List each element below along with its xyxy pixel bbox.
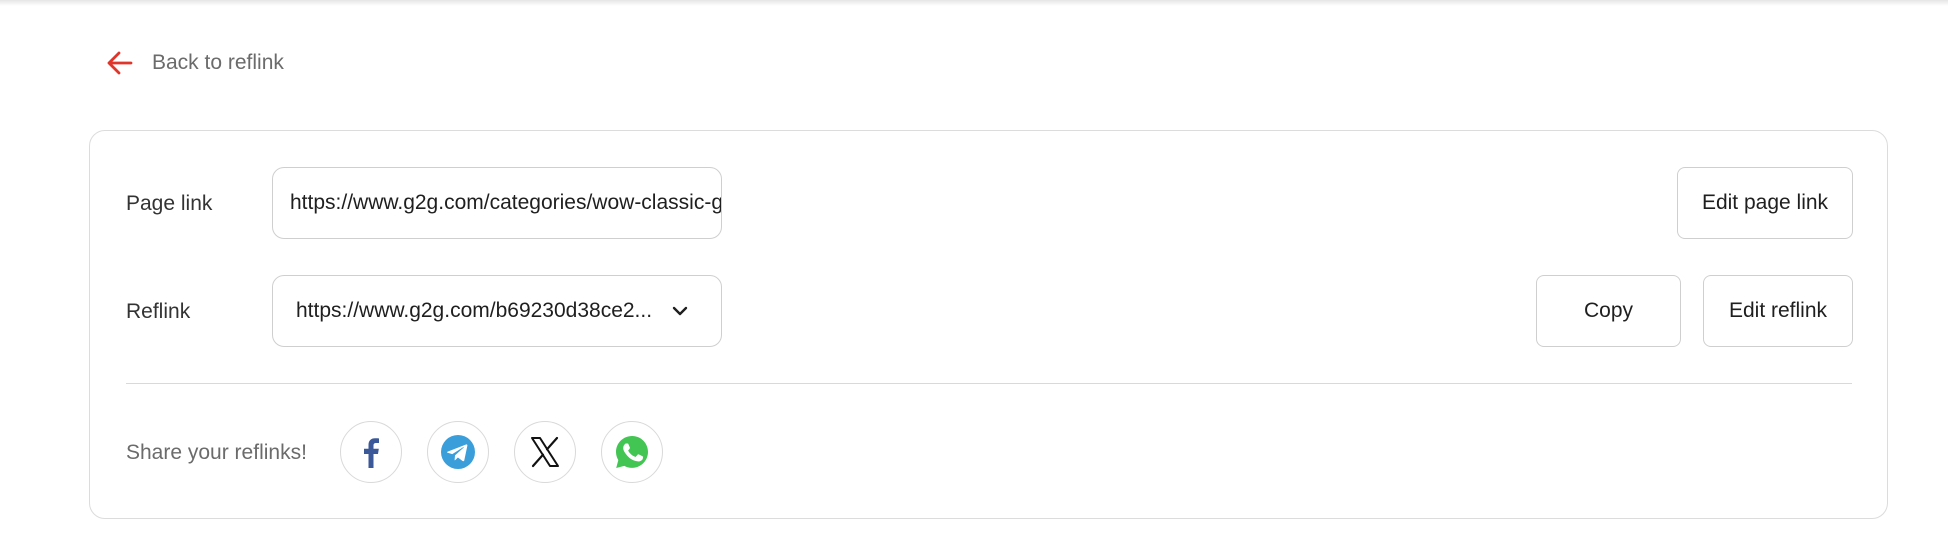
divider bbox=[126, 383, 1852, 384]
back-label: Back to reflink bbox=[152, 51, 284, 74]
share-x-button[interactable] bbox=[514, 421, 576, 483]
page-link-input[interactable] bbox=[273, 191, 721, 215]
page-link-field[interactable] bbox=[272, 167, 722, 239]
telegram-icon bbox=[441, 435, 475, 469]
page-link-label: Page link bbox=[126, 192, 213, 215]
share-whatsapp-button[interactable] bbox=[601, 421, 663, 483]
x-icon bbox=[531, 436, 559, 468]
chevron-down-icon bbox=[672, 306, 688, 316]
edit-reflink-button[interactable]: Edit reflink bbox=[1703, 275, 1853, 347]
copy-button[interactable]: Copy bbox=[1536, 275, 1681, 347]
reflink-label: Reflink bbox=[126, 300, 191, 323]
arrow-left-icon bbox=[107, 51, 133, 75]
reflink-card: Page link Edit page link Reflink https:/… bbox=[89, 130, 1888, 519]
share-label: Share your reflinks! bbox=[126, 441, 307, 464]
back-to-reflink-link[interactable]: Back to reflink bbox=[104, 48, 284, 78]
share-facebook-button[interactable] bbox=[340, 421, 402, 483]
share-telegram-button[interactable] bbox=[427, 421, 489, 483]
header-shadow bbox=[0, 0, 1948, 6]
whatsapp-icon bbox=[616, 436, 648, 468]
facebook-icon bbox=[364, 438, 379, 468]
reflink-selected-value: https://www.g2g.com/b69230d38ce2... bbox=[296, 299, 653, 322]
reflink-select[interactable]: https://www.g2g.com/b69230d38ce2... bbox=[272, 275, 722, 347]
edit-page-link-button[interactable]: Edit page link bbox=[1677, 167, 1853, 239]
